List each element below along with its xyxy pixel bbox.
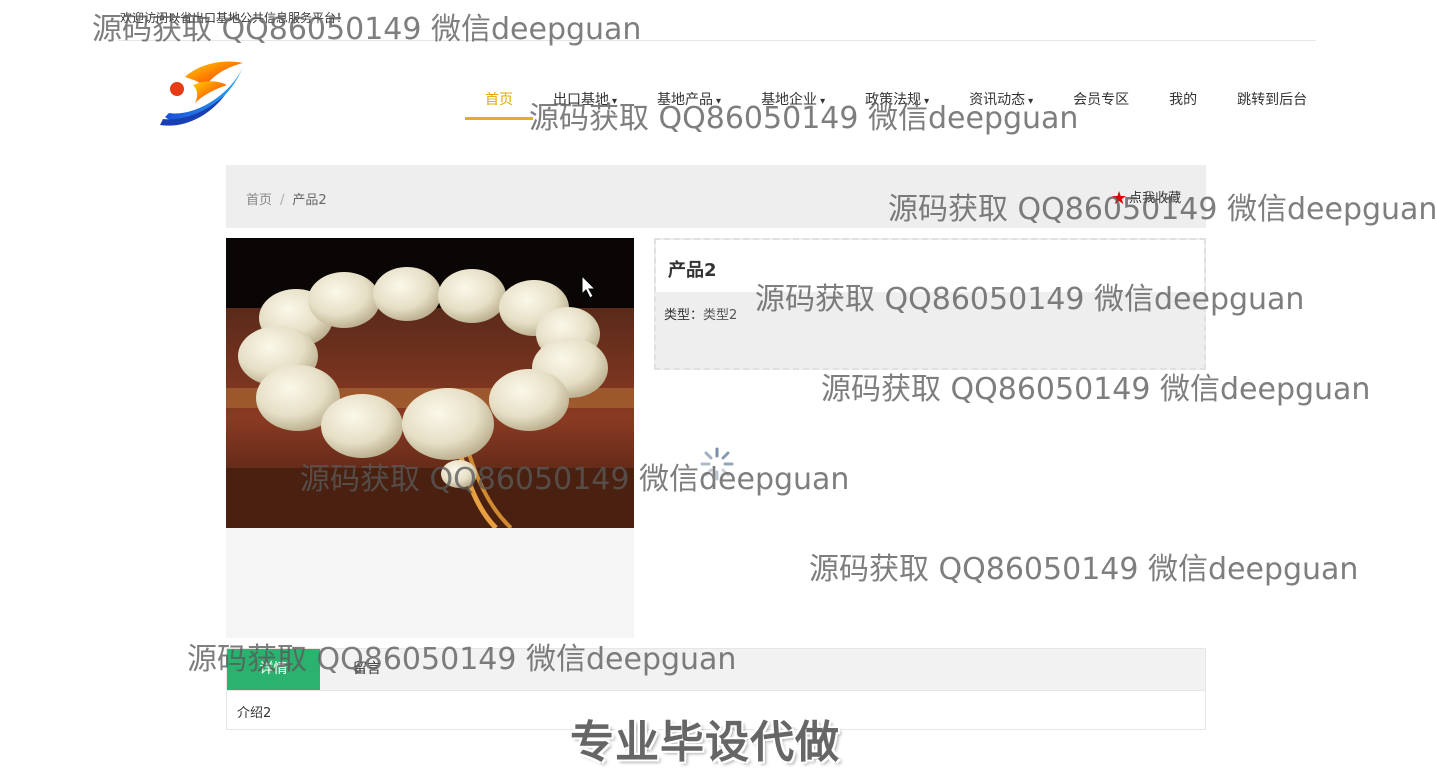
watermark: 源码获取 QQ86050149 微信deepguan <box>809 552 1359 587</box>
nav-item-admin[interactable]: 跳转到后台 <box>1217 80 1327 120</box>
top-bar: 欢迎访问以省出口基地公共信息服务平台！ <box>118 8 1316 41</box>
nav-item-export-base[interactable]: 出口基地 ▾ <box>533 80 637 120</box>
nav-label: 跳转到后台 <box>1237 92 1308 108</box>
star-icon: ★ <box>1111 188 1128 209</box>
tab-content: 介绍2 <box>237 706 272 721</box>
nav-item-base-products[interactable]: 基地产品 ▾ <box>637 80 741 120</box>
nav-item-members[interactable]: 会员专区 <box>1053 80 1149 120</box>
nav-label: 基地企业 <box>761 92 818 108</box>
product-title-bar: 产品2 <box>656 240 1204 292</box>
nav-item-policies[interactable]: 政策法规 ▾ <box>845 80 949 120</box>
breadcrumb-current: 产品2 <box>292 193 327 208</box>
tab-header: 详情 留言 <box>227 649 1205 691</box>
chevron-down-icon: ▾ <box>924 96 930 107</box>
chevron-down-icon: ▾ <box>820 96 826 107</box>
watermark: 源码获取 QQ86050149 微信deepguan <box>821 372 1371 407</box>
welcome-text: 欢迎访问以省出口基地公共信息服务平台！ <box>120 11 349 25</box>
breadcrumb-home-link[interactable]: 首页 <box>246 193 272 208</box>
product-title: 产品2 <box>668 260 717 281</box>
promo-banner: 专业毕设代做 <box>570 717 840 768</box>
nav-label: 基地产品 <box>657 92 714 108</box>
product-type-value: 类型2 <box>703 308 738 323</box>
nav-label: 出口基地 <box>553 92 609 108</box>
tab-detail[interactable]: 详情 <box>227 649 320 690</box>
main-nav: 首页 出口基地 ▾ 基地产品 ▾ 基地企业 ▾ 政策法规 ▾ 资讯动态 ▾ 会员专区 我的… <box>465 80 1327 120</box>
site-logo[interactable] <box>155 55 250 130</box>
product-image[interactable] <box>226 238 634 528</box>
breadcrumb: 首页 / 产品2 <box>246 189 327 208</box>
chevron-down-icon: ▾ <box>1028 96 1034 107</box>
favorite-label: 点我收藏 <box>1129 191 1182 206</box>
nav-item-news[interactable]: 资讯动态 ▾ <box>949 80 1053 120</box>
nav-item-home[interactable]: 首页 <box>465 80 533 120</box>
nav-label: 我的 <box>1169 92 1198 108</box>
product-type-label: 类型： <box>664 308 704 323</box>
loading-spinner-icon <box>700 447 734 481</box>
nav-item-mine[interactable]: 我的 <box>1149 80 1217 120</box>
breadcrumb-separator: / <box>280 193 285 208</box>
nav-label: 首页 <box>485 92 513 108</box>
product-type: 类型：类型2 <box>664 304 737 323</box>
chevron-down-icon: ▾ <box>716 96 722 107</box>
product-info: 产品2 类型：类型2 <box>654 238 1206 370</box>
chevron-down-icon: ▾ <box>612 96 618 107</box>
nav-item-base-companies[interactable]: 基地企业 ▾ <box>741 80 845 120</box>
product-gallery <box>226 238 634 638</box>
favorite-button[interactable]: ★ 点我收藏 <box>1111 187 1181 209</box>
nav-label: 政策法规 <box>865 92 922 108</box>
breadcrumb-bar: 首页 / 产品2 ★ 点我收藏 <box>226 165 1206 228</box>
tab-message[interactable]: 留言 <box>347 649 387 690</box>
nav-label: 会员专区 <box>1073 92 1130 108</box>
nav-label: 资讯动态 <box>969 92 1026 108</box>
